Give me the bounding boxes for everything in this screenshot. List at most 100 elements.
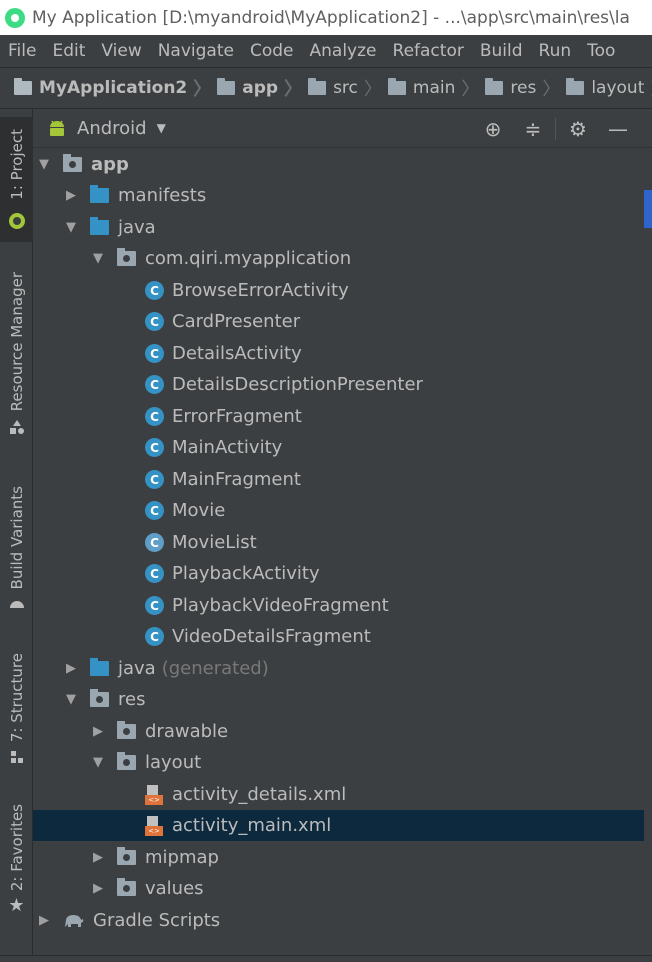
tree-label: values	[145, 878, 204, 899]
tree-node-class[interactable]: C ErrorFragment	[33, 401, 644, 432]
class-icon: C	[145, 438, 164, 457]
breadcrumb-layout[interactable]: layout 〉	[566, 75, 652, 101]
expanded-arrow-icon[interactable]: ▼	[64, 220, 78, 235]
gradle-elephant-icon	[65, 914, 84, 927]
tab-favorites[interactable]: 2: Favorites ★	[0, 801, 33, 923]
collapse-all-icon[interactable]: ≑	[513, 117, 553, 141]
menu-build[interactable]: Build	[472, 41, 531, 61]
tree-node-class[interactable]: C MainFragment	[33, 464, 644, 495]
toolbar-separator	[555, 117, 556, 140]
tree-node-class[interactable]: C CardPresenter	[33, 306, 644, 337]
locate-file-icon[interactable]: ⊕	[473, 117, 513, 141]
tree-node-drawable[interactable]: ▶ drawable	[33, 716, 644, 747]
breadcrumb-app-label: app	[242, 78, 279, 98]
tree-node-gradle[interactable]: ▶ Gradle Scripts	[33, 905, 644, 936]
breadcrumb-main[interactable]: main 〉	[387, 75, 485, 101]
class-icon: C	[145, 375, 164, 394]
minimize-icon[interactable]: —	[598, 117, 638, 141]
collapsed-arrow-icon[interactable]: ▶	[91, 881, 105, 896]
collapsed-arrow-icon[interactable]: ▶	[91, 724, 105, 739]
tree-node-java-generated[interactable]: ▶ java (generated)	[33, 653, 644, 684]
module-folder-icon	[63, 154, 82, 172]
breadcrumb-res[interactable]: res 〉	[485, 75, 566, 101]
collapsed-arrow-icon[interactable]: ▶	[64, 661, 78, 676]
project-folder-icon	[14, 78, 32, 95]
tree-node-class[interactable]: C DetailsActivity	[33, 338, 644, 369]
tree-node-class[interactable]: C MovieList	[33, 527, 644, 558]
tree-node-values[interactable]: ▶ values	[33, 873, 644, 904]
folder-icon	[387, 78, 406, 95]
menu-file[interactable]: File	[0, 41, 44, 61]
tree-label: java	[118, 217, 156, 238]
tab-build-variants[interactable]: Build Variants	[0, 481, 33, 616]
expanded-arrow-icon[interactable]: ▼	[37, 157, 51, 172]
collapsed-arrow-icon[interactable]: ▶	[64, 188, 78, 203]
class-icon: C	[145, 470, 164, 489]
gear-icon[interactable]: ⚙	[558, 117, 598, 141]
tree-node-xml-file-selected[interactable]: <> activity_main.xml	[33, 810, 644, 841]
tree-label: PlaybackVideoFragment	[172, 595, 389, 616]
editor-scroll-marker	[644, 190, 652, 228]
class-icon: C	[145, 281, 164, 300]
expanded-arrow-icon[interactable]: ▼	[91, 755, 105, 770]
project-view-selector[interactable]: Android	[77, 118, 147, 139]
tree-label: activity_main.xml	[172, 815, 332, 836]
tree-node-class[interactable]: C Movie	[33, 495, 644, 526]
tree-node-manifests[interactable]: ▶ manifests	[33, 180, 644, 211]
chevron-right-icon: 〉	[193, 79, 212, 100]
structure-icon	[10, 751, 23, 764]
folder-icon	[566, 78, 585, 95]
tool-window-strip: 1: Project Resource Manager Build Varian…	[0, 109, 33, 962]
tree-node-java[interactable]: ▼ java	[33, 212, 644, 243]
expanded-arrow-icon[interactable]: ▼	[91, 251, 105, 266]
tab-resource-manager[interactable]: Resource Manager	[0, 267, 33, 447]
tab-structure[interactable]: 7: Structure	[0, 650, 33, 770]
collapsed-arrow-icon[interactable]: ▶	[91, 850, 105, 865]
menu-view[interactable]: View	[93, 41, 149, 61]
menu-edit[interactable]: Edit	[44, 41, 93, 61]
tree-label: DetailsDescriptionPresenter	[172, 374, 423, 395]
chevron-right-icon: 〉	[542, 79, 561, 100]
tree-label: MovieList	[172, 532, 257, 553]
tree-node-package[interactable]: ▼ com.qiri.myapplication	[33, 243, 644, 274]
android-project-icon	[8, 213, 25, 229]
tree-node-app[interactable]: ▼ app	[33, 149, 644, 180]
dropdown-caret-icon[interactable]: ▼	[157, 121, 166, 135]
expanded-arrow-icon[interactable]: ▼	[64, 692, 78, 707]
tree-node-class[interactable]: C DetailsDescriptionPresenter	[33, 369, 644, 400]
menu-refactor[interactable]: Refactor	[385, 41, 472, 61]
tree-node-xml-file[interactable]: <> activity_details.xml	[33, 779, 644, 810]
tab-build-variants-label: Build Variants	[7, 486, 26, 590]
chevron-right-icon: 〉	[363, 79, 382, 100]
class-icon: C	[145, 564, 164, 583]
tree-node-class[interactable]: C PlaybackActivity	[33, 558, 644, 589]
tree-label: manifests	[118, 185, 207, 206]
breadcrumb-res-label: res	[510, 78, 537, 98]
tree-node-res[interactable]: ▼ res	[33, 684, 644, 715]
menu-run[interactable]: Run	[531, 41, 580, 61]
tree-node-layout[interactable]: ▼ layout	[33, 747, 644, 778]
collapsed-arrow-icon[interactable]: ▶	[37, 913, 51, 928]
navigation-breadcrumb: MyApplication2 〉 app 〉 src 〉 main 〉 res …	[0, 67, 652, 109]
menu-navigate[interactable]: Navigate	[150, 41, 242, 61]
tab-project[interactable]: 1: Project	[0, 117, 33, 242]
breadcrumb-layout-label: layout	[591, 78, 645, 98]
breadcrumb-project-label: MyApplication2	[39, 78, 188, 98]
breadcrumb-src[interactable]: src 〉	[308, 75, 388, 101]
tree-node-class[interactable]: C PlaybackVideoFragment	[33, 590, 644, 621]
tree-label: res	[118, 689, 146, 710]
breadcrumb-src-label: src	[333, 78, 358, 98]
breadcrumb-project[interactable]: MyApplication2 〉	[14, 75, 217, 101]
menu-tools[interactable]: Too	[579, 41, 623, 61]
tree-node-class[interactable]: C BrowseErrorActivity	[33, 275, 644, 306]
menu-code[interactable]: Code	[242, 41, 302, 61]
tree-node-class[interactable]: C MainActivity	[33, 432, 644, 463]
menu-analyze[interactable]: Analyze	[302, 41, 385, 61]
xml-file-icon: <>	[145, 815, 163, 836]
tree-label: PlaybackActivity	[172, 563, 320, 584]
tree-node-class[interactable]: C VideoDetailsFragment	[33, 621, 644, 652]
tree-node-mipmap[interactable]: ▶ mipmap	[33, 842, 644, 873]
breadcrumb-app[interactable]: app 〉	[217, 75, 308, 101]
window-title-bar: My Application [D:\myandroid\MyApplicati…	[0, 0, 652, 35]
breadcrumb-main-label: main	[412, 78, 456, 98]
